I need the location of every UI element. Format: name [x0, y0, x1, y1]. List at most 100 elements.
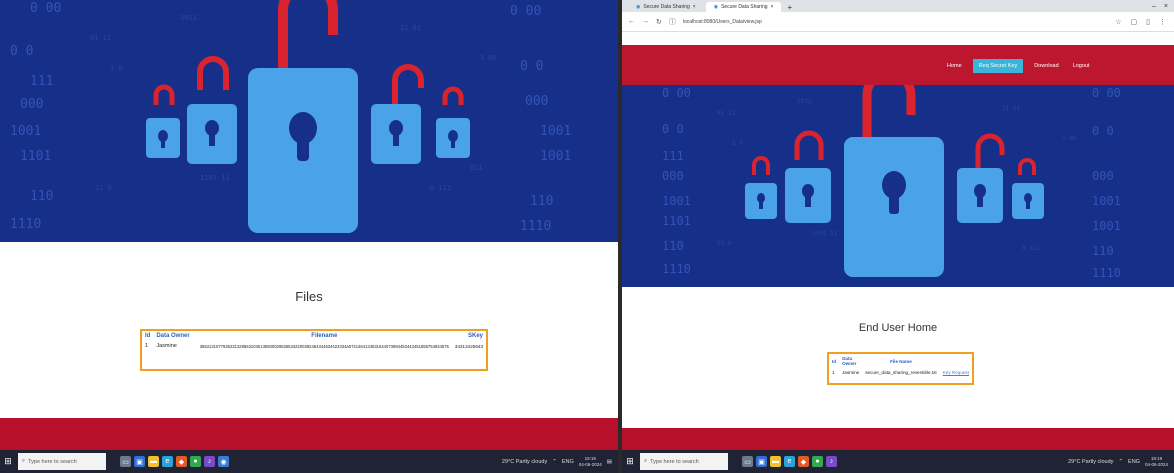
bookmark-star-icon[interactable]: ☆ [1115, 18, 1121, 26]
clock[interactable]: 19:19 04-06-2024 [1145, 456, 1168, 468]
column-header: Data Owner [842, 356, 857, 366]
nav-home[interactable]: Home [944, 61, 965, 71]
nav-download[interactable]: Download [1031, 61, 1061, 71]
table-row: 1 Jasmine 355313107763623132956310301359… [142, 341, 486, 351]
close-icon[interactable]: × [693, 4, 696, 10]
browser-tab-active[interactable]: ◉ Secure Data Sharing × [705, 2, 782, 12]
notification-icon[interactable]: ▤ [607, 459, 612, 465]
profile-icon[interactable]: ▯ [1146, 18, 1150, 26]
navbar: Home Req Secret Key Download Logout [622, 45, 1174, 85]
svg-text:1 00: 1 00 [480, 54, 497, 62]
windows-start-icon[interactable]: ⊞ [0, 450, 16, 473]
taskbar-search[interactable]: ⌕ Type here to search [18, 453, 106, 470]
reload-icon[interactable]: ↻ [656, 18, 662, 26]
taskbar: ⊞ ⌕ Type here to search ▭ ▣ ▬ e ◆ ● ♪ 29… [622, 450, 1174, 473]
svg-text:01 11: 01 11 [90, 34, 111, 42]
svg-text:000: 000 [20, 97, 43, 112]
svg-text:1011: 1011 [797, 98, 812, 105]
svg-text:1101: 1101 [20, 149, 51, 164]
svg-text:0 111: 0 111 [1022, 245, 1040, 252]
windows-start-icon[interactable]: ⊞ [622, 450, 638, 473]
app-icon-2[interactable]: ◉ [218, 456, 229, 467]
language-indicator[interactable]: ENG [562, 459, 574, 465]
address-bar: ← → ↻ ⓘ localhost:8080/Users_Data/view.j… [622, 12, 1174, 32]
back-icon[interactable]: ← [628, 18, 635, 25]
cell-owner: Jasmine [156, 343, 177, 349]
hero-banner: 0 00 0 0 111 000 1001 1101 110 1110 0 00 0 0 00… [0, 0, 618, 242]
browser-tabbar: ◉ Secure Data Sharing × ◉ Secure Data Sh… [622, 0, 1174, 12]
svg-text:1110: 1110 [10, 217, 41, 232]
table-row: 1 Jasmine secure_data_sharing_reversible… [829, 368, 972, 377]
column-header: Id [832, 358, 837, 364]
nav-req-secret-key[interactable]: Req Secret Key [972, 59, 1024, 73]
minimize-icon[interactable]: – [1152, 3, 1156, 10]
svg-text:111: 111 [30, 74, 53, 89]
clock-date: 04-06-2024 [1144, 461, 1168, 467]
svg-text:000: 000 [525, 94, 548, 109]
svg-text:11 0: 11 0 [95, 184, 112, 192]
store-icon[interactable]: ▣ [756, 456, 767, 467]
svg-text:1110: 1110 [662, 262, 691, 276]
svg-text:0 00: 0 00 [510, 4, 541, 19]
chrome-icon[interactable]: ● [190, 456, 201, 467]
forward-icon[interactable]: → [642, 18, 649, 25]
svg-text:1 0: 1 0 [110, 64, 123, 72]
weather-text[interactable]: 29°C Partly cloudy [1068, 459, 1113, 465]
new-tab-icon[interactable]: + [783, 3, 792, 12]
chrome-icon[interactable]: ● [812, 456, 823, 467]
cell-filename: 3553131077636231329563103013593002953553… [199, 343, 449, 349]
svg-text:110: 110 [530, 194, 553, 209]
file-explorer-icon[interactable]: ▬ [770, 456, 781, 467]
app-icon[interactable]: ♪ [204, 456, 215, 467]
url-field[interactable]: localhost:8080/Users_Data/view.jsp [683, 19, 762, 25]
weather-text[interactable]: 29°C Partly cloudy [502, 459, 547, 465]
table-header-row: Id Data Owner Filename SKey [142, 331, 486, 341]
cell-id: 1 [832, 370, 835, 375]
taskbar: ⊞ ⌕ Type here to search ▭ ▣ ▬ e ◆ ● ♪ ◉ … [0, 450, 618, 473]
cell-owner: Jasmine [842, 370, 860, 375]
files-table: Id Data Owner Filename SKey 1 Jasmine 35… [140, 329, 488, 371]
search-placeholder: Type here to search [650, 458, 699, 465]
page-title: End User Home [858, 322, 938, 334]
office-icon[interactable]: ◆ [798, 456, 809, 467]
close-icon[interactable]: × [771, 4, 774, 10]
browser-tab[interactable]: ◉ Secure Data Sharing × [628, 2, 704, 12]
key-request-link[interactable]: Key Request [943, 370, 969, 375]
taskbar-search[interactable]: ⌕ Type here to search [640, 453, 728, 470]
svg-text:0 111: 0 111 [430, 184, 451, 192]
edge-icon[interactable]: e [784, 456, 795, 467]
tab-title: Secure Data Sharing [643, 4, 690, 10]
svg-text:1101 11: 1101 11 [200, 174, 230, 182]
column-header: Data Owner [156, 333, 190, 339]
app-icon[interactable]: ♪ [826, 456, 837, 467]
menu-icon[interactable]: ⋮ [1159, 18, 1166, 26]
column-header: Id [145, 333, 151, 339]
svg-text:1 00: 1 00 [1062, 135, 1077, 142]
column-header-empty [940, 354, 972, 368]
svg-text:0 0: 0 0 [662, 122, 684, 136]
language-indicator[interactable]: ENG [1128, 459, 1140, 465]
svg-text:11 01: 11 01 [400, 24, 421, 32]
edge-icon[interactable]: e [162, 456, 173, 467]
cell-id: 1 [145, 343, 149, 349]
svg-text:1 0: 1 0 [732, 140, 743, 147]
task-view-icon[interactable]: ▭ [120, 456, 131, 467]
nav-logout[interactable]: Logout [1070, 61, 1093, 71]
file-explorer-icon[interactable]: ▬ [148, 456, 159, 467]
svg-text:1001: 1001 [540, 149, 571, 164]
close-window-icon[interactable]: × [1164, 3, 1168, 10]
clock[interactable]: 19:19 04-06-2024 [579, 456, 602, 468]
info-icon: ⓘ [668, 18, 676, 26]
tray-chevron-icon[interactable]: ⌃ [552, 459, 557, 465]
office-icon[interactable]: ◆ [176, 456, 187, 467]
extensions-icon[interactable]: ▢ [1131, 18, 1138, 26]
svg-text:0 0: 0 0 [520, 59, 543, 74]
footer-band [0, 418, 618, 450]
task-view-icon[interactable]: ▭ [742, 456, 753, 467]
footer-band [622, 428, 1174, 450]
svg-text:0 00: 0 00 [30, 1, 61, 16]
tray-chevron-icon[interactable]: ⌃ [1118, 459, 1123, 465]
svg-text:1110: 1110 [520, 219, 551, 234]
search-placeholder: Type here to search [28, 458, 77, 465]
store-icon[interactable]: ▣ [134, 456, 145, 467]
